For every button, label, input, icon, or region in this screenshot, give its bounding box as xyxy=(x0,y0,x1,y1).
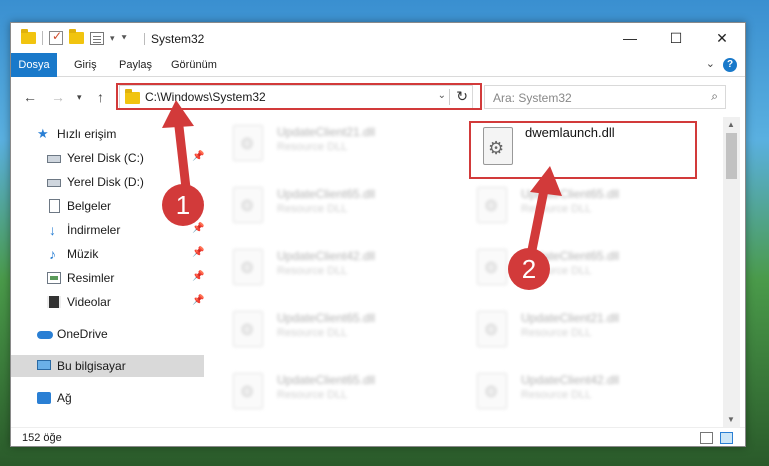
arrow-2 xyxy=(527,166,562,255)
step-badge-1: 1 xyxy=(162,184,204,226)
step-badge-2: 2 xyxy=(508,248,550,290)
annotation-arrows xyxy=(162,100,562,255)
arrow-1 xyxy=(162,100,194,193)
